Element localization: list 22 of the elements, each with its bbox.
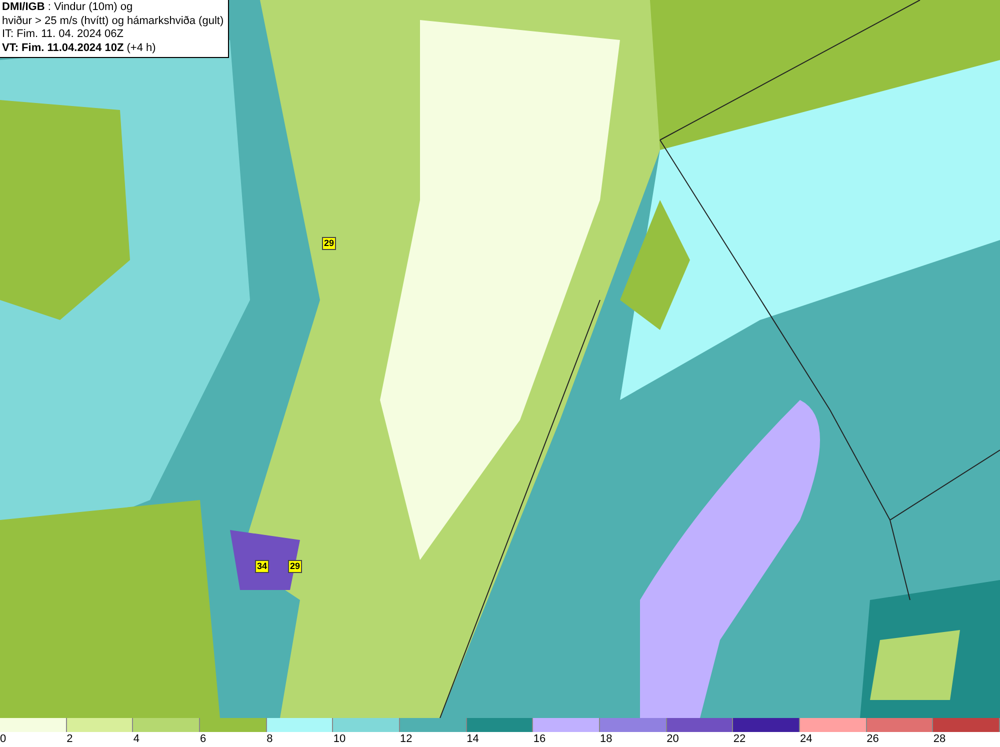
gust-label: 29: [322, 237, 336, 250]
legend-tick-label: 20: [666, 732, 679, 746]
legend-tick-label: 0: [0, 732, 6, 746]
legend-tick-label: 22: [733, 732, 746, 746]
legend-tick-label: 12: [400, 732, 412, 746]
legend-tick-label: 8: [266, 732, 273, 746]
legend-tick-label: 6: [200, 732, 206, 746]
legend-tick-label: 2: [66, 732, 73, 746]
legend-tick-label: 26: [866, 732, 879, 746]
gust-label: 29: [288, 560, 302, 573]
legend-tick-label: 14: [466, 732, 479, 746]
legend-tick-label: 24: [800, 732, 812, 746]
title-line: hviður > 25 m/s (hvítt) og hámarkshviða (gult): [2, 14, 224, 28]
gust-label: 34: [255, 560, 270, 573]
legend-tick-label: 16: [533, 732, 546, 746]
legend-tick-label: 4: [133, 732, 140, 746]
legend-tick-label: 10: [333, 732, 346, 746]
legend-tick-label: 28: [933, 732, 946, 746]
title-line: VT: Fim. 11.04.2024 10Z (+4 h): [2, 42, 157, 55]
title-line: DMI/IGB : Vindur (10m) og: [2, 1, 134, 14]
legend-tick-label: 18: [600, 732, 612, 746]
title-line: IT: Fim. 11. 04. 2024 06Z: [2, 28, 124, 42]
